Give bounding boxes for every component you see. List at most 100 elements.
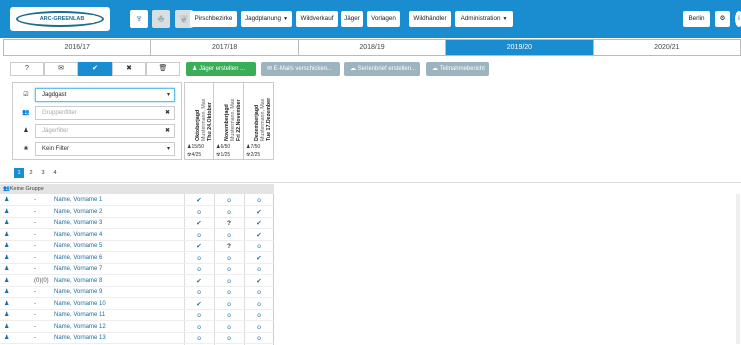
attendance-cell[interactable]: o [184, 287, 214, 298]
info-icon[interactable]: i [735, 11, 741, 27]
table-row[interactable]: ♟ - Name, Vorname 2 o o ✔ [0, 207, 274, 218]
attendance-cell[interactable]: o [244, 310, 274, 321]
group-filter-input[interactable]: Gruppenfilter ✖ [35, 106, 175, 120]
attendance-cell[interactable]: o [214, 230, 244, 241]
table-row[interactable]: ♟ - Name, Vorname 10 ✔ o o [0, 299, 274, 310]
table-row[interactable]: ♟ - Name, Vorname 9ooo [0, 287, 274, 298]
nav-wildhaendler[interactable]: Wildhändler [409, 11, 451, 27]
scrollbar[interactable] [736, 194, 740, 344]
hunter-name-link[interactable]: Name, Vorname 7 [54, 264, 102, 275]
user-location[interactable]: Berlin [683, 11, 710, 27]
attendance-cell[interactable]: o [184, 264, 214, 275]
nav-wildverkauf[interactable]: Wildverkauf [296, 11, 338, 27]
mail-button[interactable]: ✉ [44, 62, 78, 76]
question-button[interactable]: ? [10, 62, 44, 76]
add-hunter-button[interactable]: ♟ Jäger erstellen ... [186, 62, 256, 76]
hunt-column[interactable]: Novemberjagd Mustermann, Max Fri 22.Nove… [214, 82, 244, 160]
table-row[interactable]: ♟ - Name, Vorname 7ooo [0, 264, 274, 275]
attendance-cell[interactable]: ✔ [244, 207, 274, 218]
hunter-name-link[interactable]: Name, Vorname 10 [54, 299, 106, 310]
nav-vorlagen[interactable]: Vorlagen [367, 11, 400, 27]
attendance-cell[interactable]: ✔ [184, 218, 214, 229]
nav-pirschbezirke[interactable]: Pirschbezirke [190, 11, 237, 27]
table-row[interactable]: ♟ - Name, Vorname 12 o o o [0, 322, 274, 333]
table-row[interactable]: ♟ - Name, Vorname 5 ✔? o [0, 241, 274, 252]
attendance-cell[interactable]: o [184, 322, 214, 333]
page-2[interactable]: 2 [26, 168, 36, 178]
send-email-button[interactable]: ✉ E-Mails verschicken... [261, 62, 340, 76]
attendance-cell[interactable]: o [214, 207, 244, 218]
table-row[interactable]: ♟ - Name, Vorname 13 o o o [0, 333, 274, 344]
table-row[interactable]: ♟ - Name, Vorname 6 o o ✔ [0, 253, 274, 264]
attendance-cell[interactable]: ✔ [244, 218, 274, 229]
nav-jaeger[interactable]: Jäger [341, 11, 363, 27]
attendance-cell[interactable]: ✔ [184, 195, 214, 206]
deer-icon[interactable]: ♆ [130, 10, 148, 28]
tab-year-2019[interactable]: 2019/20 [446, 40, 594, 55]
attendance-cell[interactable]: o [244, 195, 274, 206]
page-1[interactable]: 1 [14, 168, 24, 178]
report-button[interactable]: ☁ Teilnahmebericht [426, 62, 489, 76]
tab-year-2016[interactable]: 2016/17 [4, 40, 152, 55]
nav-jagdplanung[interactable]: Jagdplanung ▼ [241, 11, 292, 27]
page-3[interactable]: 3 [38, 168, 48, 178]
attendance-cell[interactable]: ✔ [184, 241, 214, 252]
check-button[interactable]: ✔ [78, 62, 112, 76]
attendance-cell[interactable]: ✔ [244, 276, 274, 287]
logo[interactable]: ARC-GREENLAB [10, 7, 110, 31]
attendance-cell[interactable]: o [184, 230, 214, 241]
hunter-name-link[interactable]: Name, Vorname 5 [54, 241, 102, 252]
attendance-cell[interactable]: ✔ [244, 253, 274, 264]
attendance-cell[interactable]: o [244, 287, 274, 298]
attendance-cell[interactable]: o [244, 299, 274, 310]
hunter-name-link[interactable]: Name, Vorname 1 [54, 195, 102, 206]
attendance-cell[interactable]: ✔ [244, 230, 274, 241]
hunter-name-link[interactable]: Name, Vorname 9 [54, 287, 102, 298]
hunter-name-link[interactable]: Name, Vorname 12 [54, 322, 106, 333]
table-row[interactable]: ♟ - Name, Vorname 4 o o ✔ [0, 230, 274, 241]
attendance-cell[interactable]: o [184, 310, 214, 321]
attendance-cell[interactable]: o [214, 310, 244, 321]
attendance-cell[interactable]: o [214, 322, 244, 333]
hunter-name-link[interactable]: Name, Vorname 8 [54, 276, 102, 287]
attendance-cell[interactable]: o [244, 241, 274, 252]
group-header[interactable]: 👥Keine Gruppe [0, 184, 184, 194]
attendance-cell[interactable]: o [184, 207, 214, 218]
gear-icon[interactable]: ⚙ [715, 11, 730, 27]
attendance-cell[interactable]: o [214, 287, 244, 298]
hunter-name-link[interactable]: Name, Vorname 6 [54, 253, 102, 264]
attendance-cell[interactable]: o [214, 195, 244, 206]
attendance-cell[interactable]: ✔ [184, 276, 214, 287]
tab-year-2018[interactable]: 2018/19 [299, 40, 447, 55]
attendance-cell[interactable]: o [184, 333, 214, 344]
hunter-name-link[interactable]: Name, Vorname 2 [54, 207, 102, 218]
type-select[interactable]: Jagdgast ▾ [35, 88, 175, 102]
hunter-filter-input[interactable]: Jägerfilter ✖ [35, 124, 175, 138]
trash-button[interactable]: 🗑 [146, 62, 180, 76]
page-4[interactable]: 4 [50, 168, 60, 178]
table-row[interactable]: ♟ - Name, Vorname 3 ✔? ✔ [0, 218, 274, 229]
attendance-cell[interactable]: ? [214, 218, 244, 229]
cross-button[interactable]: ✖ [112, 62, 146, 76]
table-row[interactable]: ♟ - Name, Vorname 11 o o o [0, 310, 274, 321]
attendance-cell[interactable]: o [214, 253, 244, 264]
tab-year-2017[interactable]: 2017/18 [151, 40, 299, 55]
hunt-column[interactable]: Dezemberjagd Mustermann, Max Tue 17.Deze… [244, 82, 274, 160]
hunter-name-link[interactable]: Name, Vorname 4 [54, 230, 102, 241]
attendance-cell[interactable]: o [214, 264, 244, 275]
tree-icon[interactable]: ♣ [152, 10, 170, 28]
attendance-cell[interactable]: o [184, 253, 214, 264]
serial-letter-button[interactable]: ☁ Serienbrief erstellen... [344, 62, 420, 76]
nav-administration[interactable]: Administration ▼ [455, 11, 513, 27]
attendance-cell[interactable]: o [244, 322, 274, 333]
hunter-name-link[interactable]: Name, Vorname 3 [54, 218, 102, 229]
table-row[interactable]: ♟ - Name, Vorname 1 ✔ o o [0, 195, 274, 206]
hunt-column[interactable]: Oktoberjagd Mustermann, Max Thu 24.Oktob… [184, 82, 214, 160]
attendance-cell[interactable]: o [244, 264, 274, 275]
extra-filter-select[interactable]: Kein Filter ▾ [35, 142, 175, 156]
attendance-cell[interactable]: ? [214, 241, 244, 252]
attendance-cell[interactable]: o [214, 299, 244, 310]
attendance-cell[interactable]: ✔ [184, 299, 214, 310]
hunter-name-link[interactable]: Name, Vorname 11 [54, 310, 105, 321]
table-row[interactable]: ♟ (0)(0) Name, Vorname 8 ✔ o ✔ [0, 276, 274, 287]
